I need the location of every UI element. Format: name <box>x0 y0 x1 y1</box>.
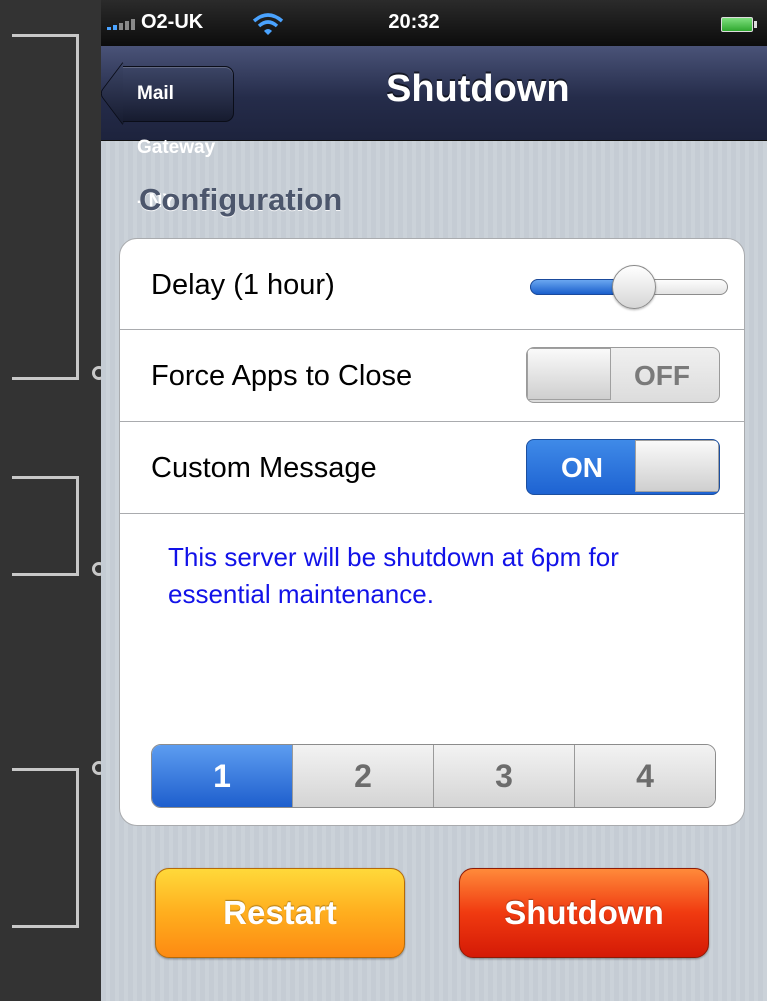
segment-4[interactable]: 4 <box>574 745 715 807</box>
segmented-control: 1234 <box>151 744 716 808</box>
toggle-knob <box>635 440 719 492</box>
segment-2[interactable]: 2 <box>292 745 433 807</box>
section-header: Configuration <box>139 182 343 217</box>
force-apps-label: Force Apps to Close <box>151 360 413 392</box>
segment-3[interactable]: 3 <box>433 745 574 807</box>
toggle-knob <box>527 348 611 400</box>
settings-group: Delay (1 hour) Force Apps to Close OFF C… <box>119 238 745 826</box>
phone-screen: O2-UK 20:32 Mail Gateway - NY Shutdown C… <box>101 0 767 1001</box>
slider-thumb[interactable] <box>611 265 656 309</box>
custom-message-toggle[interactable]: ON <box>526 439 720 495</box>
back-button[interactable]: Mail Gateway - NY <box>123 66 235 212</box>
status-bar: O2-UK 20:32 <box>101 0 767 46</box>
navigation-bar: Mail Gateway - NY Shutdown <box>101 46 767 212</box>
callout-bracket <box>12 768 79 928</box>
callout-bracket <box>12 476 79 576</box>
force-apps-row: Force Apps to Close OFF <box>120 330 744 422</box>
battery-icon <box>721 17 757 32</box>
custom-message-textarea[interactable]: This server will be shutdown at 6pm for … <box>168 539 728 613</box>
custom-message-label: Custom Message <box>151 452 377 484</box>
page-title: Shutdown <box>386 68 570 110</box>
segment-1[interactable]: 1 <box>152 745 292 807</box>
toggle-state: OFF <box>634 360 690 391</box>
delay-label: Delay (1 hour) <box>151 269 335 301</box>
shutdown-button[interactable]: Shutdown <box>459 868 709 958</box>
force-apps-toggle[interactable]: OFF <box>526 347 720 403</box>
toggle-state: ON <box>561 452 603 483</box>
delay-row: Delay (1 hour) <box>120 239 744 330</box>
delay-slider[interactable] <box>530 265 728 309</box>
callout-bracket <box>12 34 79 380</box>
custom-message-row: Custom Message ON <box>120 422 744 514</box>
status-time: 20:32 <box>388 11 440 33</box>
restart-button[interactable]: Restart <box>155 868 405 958</box>
